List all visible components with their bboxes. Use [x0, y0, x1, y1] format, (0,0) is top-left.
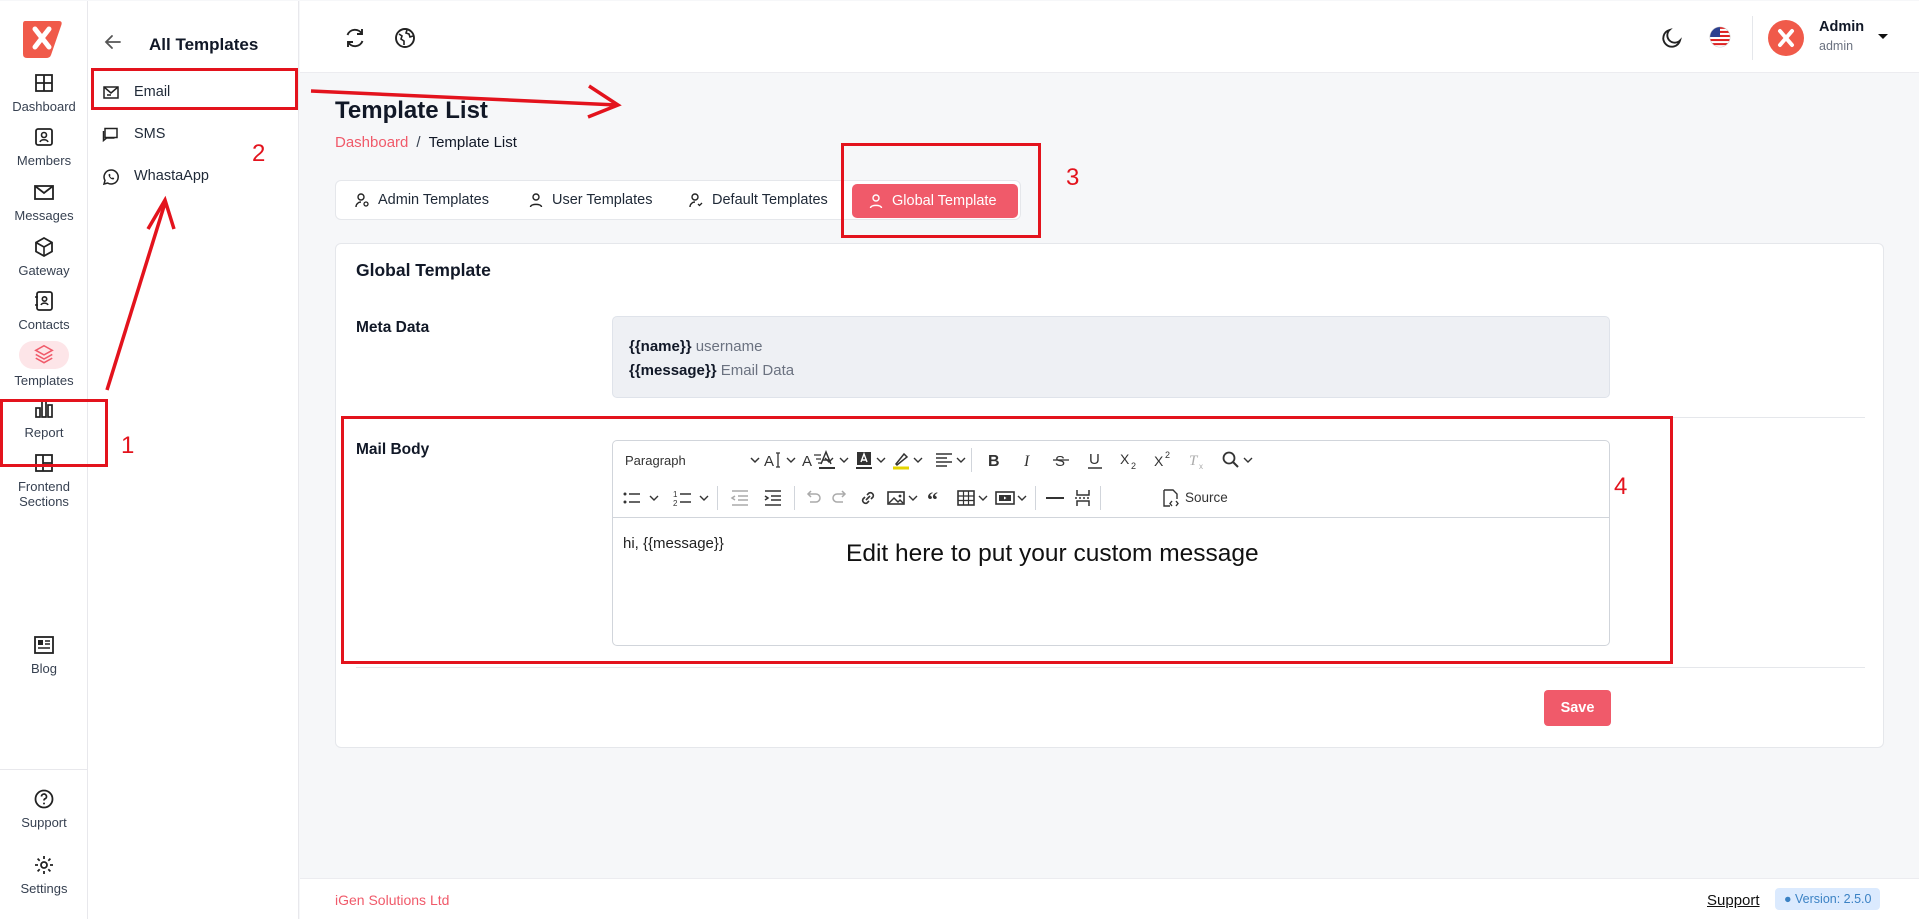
annotation-box-email	[91, 68, 298, 110]
rail-item-blog[interactable]: Blog	[0, 633, 88, 676]
meta-data-box: {{name}} username {{message}} Email Data	[612, 316, 1610, 398]
rail-item-support[interactable]: Support	[0, 787, 88, 830]
user-gear-icon	[355, 193, 369, 208]
card-title: Global Template	[356, 260, 491, 280]
rail-label: Contacts	[18, 317, 70, 332]
us-flag-icon[interactable]	[1708, 25, 1732, 49]
rail-label: Members	[16, 153, 72, 168]
chat-icon	[102, 127, 118, 143]
active-pill	[19, 341, 69, 369]
user-menu-caret-icon[interactable]	[1878, 34, 1888, 39]
user-icon	[529, 193, 543, 208]
breadcrumb-current: Template List	[428, 134, 517, 151]
footer-company: iGen Solutions Ltd	[335, 892, 450, 908]
annotation-box-templates	[0, 399, 108, 467]
header-divider	[1752, 16, 1753, 60]
rail-label: Dashboard	[12, 99, 76, 114]
breadcrumb-dashboard-link[interactable]: Dashboard	[335, 134, 408, 151]
globe-icon[interactable]	[393, 26, 417, 50]
tab-admin-templates[interactable]: Admin Templates	[354, 181, 504, 219]
subnav-title: All Templates	[149, 35, 259, 54]
layers-icon	[34, 344, 54, 364]
gear-icon	[35, 856, 53, 874]
user-role: admin	[1819, 39, 1854, 53]
annotation-number-2: 2	[252, 140, 266, 167]
divider	[356, 667, 1865, 668]
subnav-label: SMS	[134, 126, 166, 142]
rail-item-messages[interactable]: Messages	[0, 180, 88, 223]
dark-mode-moon-icon[interactable]	[1660, 26, 1684, 50]
meta-desc: Email Data	[720, 362, 795, 379]
whatsapp-icon	[102, 169, 119, 186]
rail-label: Settings	[20, 881, 68, 896]
address-book-icon	[35, 291, 53, 311]
avatar[interactable]	[1768, 20, 1804, 56]
tab-label: Default Templates	[712, 192, 828, 208]
annotation-number-1: 1	[121, 432, 135, 459]
rail-label: Frontend	[17, 479, 71, 494]
id-card-icon	[35, 128, 53, 146]
top-header: Admin admin	[300, 1, 1919, 73]
tab-label: Admin Templates	[378, 192, 489, 208]
save-button[interactable]: Save	[1544, 690, 1611, 726]
back-arrow-icon[interactable]	[102, 31, 124, 53]
rail-label: Gateway	[18, 263, 70, 278]
annotation-number-3: 3	[1066, 164, 1080, 191]
annotation-box-global-tab	[841, 143, 1041, 238]
breadcrumb: Dashboard / Template List	[335, 134, 517, 151]
rail-label: Templates	[14, 373, 74, 388]
user-check-icon	[689, 193, 703, 208]
subnav-label: WhastaApp	[134, 168, 209, 184]
template-subnav: All Templates Email SMS WhastaApp	[88, 1, 299, 919]
rail-label: Support	[21, 815, 67, 830]
meta-desc: username	[695, 338, 763, 355]
envelope-icon	[34, 185, 54, 200]
rail-label: Sections	[19, 494, 69, 509]
rail-label: Messages	[14, 208, 74, 223]
tab-default-templates[interactable]: Default Templates	[688, 181, 848, 219]
refresh-icon[interactable]	[343, 26, 367, 50]
tab-user-templates[interactable]: User Templates	[528, 181, 668, 219]
tab-label: User Templates	[552, 192, 653, 208]
breadcrumb-separator: /	[416, 134, 421, 151]
grid-icon	[35, 74, 53, 92]
meta-key: {{name}}	[629, 338, 692, 355]
meta-data-label: Meta Data	[356, 319, 430, 336]
help-circle-icon	[34, 789, 54, 809]
version-badge: ● Version: 2.5.0	[1775, 888, 1881, 910]
newspaper-icon	[34, 636, 54, 654]
rail-item-contacts[interactable]: Contacts	[0, 289, 88, 332]
page-footer: iGen Solutions Ltd Support ● Version: 2.…	[300, 878, 1919, 919]
rail-item-settings[interactable]: Settings	[0, 853, 88, 896]
rail-item-dashboard[interactable]: Dashboard	[0, 71, 88, 114]
meta-row: {{name}} username	[629, 335, 1593, 359]
rail-item-templates[interactable]: Templates	[0, 341, 88, 388]
footer-support-link[interactable]: Support	[1707, 892, 1760, 909]
page-title: Template List	[335, 97, 488, 124]
app-logo[interactable]	[21, 17, 65, 59]
meta-row: {{message}} Email Data	[629, 359, 1593, 383]
user-name[interactable]: Admin	[1819, 19, 1864, 35]
rail-item-gateway[interactable]: Gateway	[0, 235, 88, 278]
rail-divider	[0, 769, 88, 770]
version-text: Version: 2.5.0	[1795, 892, 1872, 906]
annotation-number-4: 4	[1614, 473, 1628, 500]
rail-label: Blog	[30, 661, 58, 676]
meta-key: {{message}}	[629, 362, 717, 379]
cube-icon	[35, 236, 53, 258]
annotation-box-mail-body	[341, 416, 1673, 664]
rail-item-members[interactable]: Members	[0, 125, 88, 168]
